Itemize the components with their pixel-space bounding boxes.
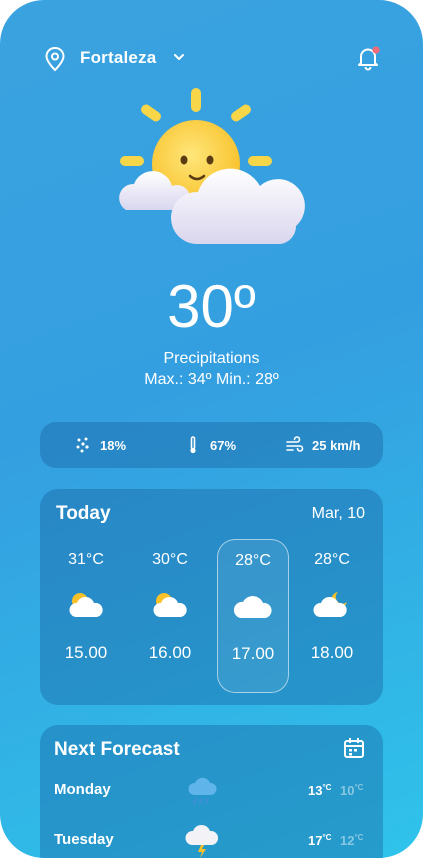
hour-time: 18.00 xyxy=(310,643,354,662)
forecast-day-row[interactable]: Tuesday 17°C 12°C xyxy=(40,821,383,858)
hour-item-selected[interactable]: 28°C 17.00 xyxy=(217,539,289,693)
humidity: 67% xyxy=(184,422,236,468)
header: Fortaleza xyxy=(0,0,423,100)
rain-drops-icon xyxy=(76,437,89,453)
notification-bell-icon[interactable] xyxy=(354,44,382,72)
rain-value: 18% xyxy=(100,437,127,453)
wind-icon xyxy=(286,436,304,452)
day-name: Monday xyxy=(54,781,111,798)
temp-unit: °C xyxy=(322,783,332,792)
hour-temperature: 28°C xyxy=(314,551,350,568)
next-forecast-card: Next Forecast Monday 13°C 10°C Tuesday 1… xyxy=(40,725,383,858)
today-date: Mar, 10 xyxy=(311,505,365,522)
current-condition: Precipitations xyxy=(163,350,260,367)
cloud-icon xyxy=(233,596,272,618)
temp-unit: °C xyxy=(354,833,364,842)
day-high-temp: 13°C xyxy=(308,783,331,798)
city-name[interactable]: Fortaleza xyxy=(80,48,156,68)
today-forecast-card: Today Mar, 10 31°C 15.00 30°C 16.00 28°C xyxy=(40,489,383,705)
today-title: Today xyxy=(56,503,111,524)
hour-time: 17.00 xyxy=(231,644,275,663)
hour-item[interactable]: 28°C 18.00 xyxy=(297,539,367,691)
temp-unit: °C xyxy=(322,833,332,842)
day-low-temp: 10°C xyxy=(340,783,363,798)
day-high-value: 13 xyxy=(308,783,323,798)
wind-speed: 25 km/h xyxy=(286,422,360,468)
moon-cloud-icon xyxy=(313,592,347,617)
rain-chance: 18% xyxy=(74,422,126,468)
day-low-value: 10 xyxy=(340,783,355,798)
temp-unit: °C xyxy=(354,783,364,792)
storm-cloud-icon xyxy=(185,824,219,858)
day-high-temp: 17°C xyxy=(308,833,331,848)
day-high-value: 17 xyxy=(308,833,323,848)
humidity-value: 67% xyxy=(210,437,237,453)
day-low-temp: 12°C xyxy=(340,833,363,848)
hour-time: 15.00 xyxy=(64,643,108,662)
day-low-value: 12 xyxy=(340,833,355,848)
hour-temperature: 30°C xyxy=(152,551,188,568)
weather-screen: Fortaleza 30º Precipitations Max.: 34º M… xyxy=(0,0,423,858)
wind-value: 25 km/h xyxy=(312,437,361,453)
next-forecast-title: Next Forecast xyxy=(54,739,180,760)
calendar-icon[interactable] xyxy=(343,737,365,759)
thermometer-icon xyxy=(190,436,196,454)
location-pin-icon[interactable] xyxy=(43,46,67,72)
hour-item[interactable]: 31°C 15.00 xyxy=(51,539,121,691)
hour-temperature: 28°C xyxy=(235,552,271,569)
day-name: Tuesday xyxy=(54,831,114,848)
forecast-day-row[interactable]: Monday 13°C 10°C xyxy=(40,771,383,811)
hour-temperature: 31°C xyxy=(68,551,104,568)
hour-item[interactable]: 30°C 16.00 xyxy=(135,539,205,691)
sun-cloud-icon xyxy=(69,593,103,617)
weather-stats-bar: 18% 67% 25 km/h xyxy=(40,422,383,468)
sun-cloud-icon xyxy=(119,88,305,244)
current-temperature: 30º xyxy=(167,273,256,340)
hour-time: 16.00 xyxy=(148,643,192,662)
rain-cloud-icon xyxy=(188,777,217,805)
max-min-temperature: Max.: 34º Min.: 28º xyxy=(144,371,279,388)
chevron-down-icon[interactable] xyxy=(172,50,186,64)
sun-cloud-icon xyxy=(153,593,187,617)
